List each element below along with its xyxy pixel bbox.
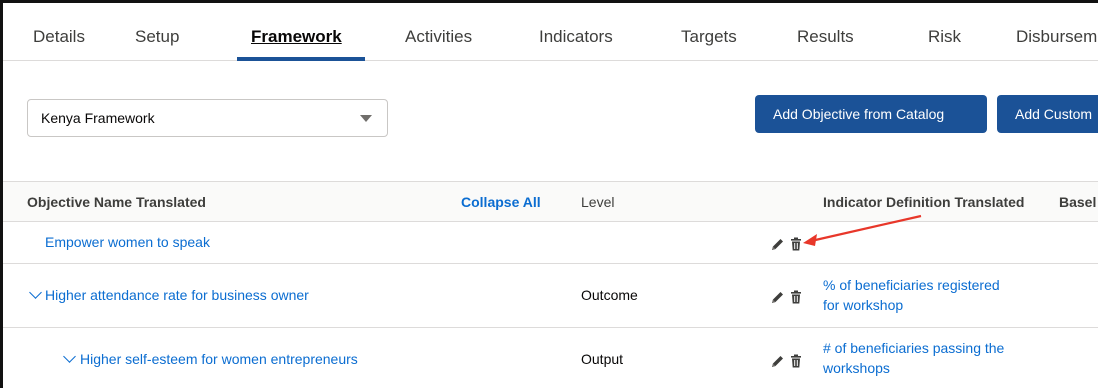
row-actions [770,289,806,305]
chevron-down-icon[interactable] [29,286,42,299]
add-custom-button[interactable]: Add Custom [997,95,1098,133]
objective-link[interactable]: Higher self-esteem for women entrepreneu… [80,351,358,367]
column-header-indicator: Indicator Definition Translated [823,194,1025,210]
chevron-down-icon[interactable] [63,350,76,363]
pencil-icon[interactable] [770,236,786,252]
trash-icon[interactable] [788,353,804,369]
indicator-line: for workshop [823,297,904,313]
framework-select-value: Kenya Framework [41,110,155,126]
caret-down-icon [360,115,372,122]
trash-icon[interactable] [788,236,804,252]
tab-targets[interactable]: Targets [681,27,737,47]
level-value: Outcome [581,287,638,303]
indicator-line: % of beneficiaries registered [823,277,1000,293]
column-header-baseline: Basel [1059,194,1097,210]
app-frame: Details Setup Framework Activities Indic… [0,0,1098,388]
tab-disbursements[interactable]: Disburseme [1016,27,1098,47]
pencil-icon[interactable] [770,289,786,305]
pencil-icon[interactable] [770,353,786,369]
indicator-line: workshops [823,360,890,376]
indicator-link[interactable]: % of beneficiaries registered for worksh… [823,275,1043,315]
objective-link[interactable]: Higher attendance rate for business owne… [45,287,309,303]
framework-select[interactable]: Kenya Framework [27,99,388,137]
table-row: Higher self-esteem for women entrepreneu… [3,328,1098,388]
collapse-all-link[interactable]: Collapse All [461,194,541,210]
add-objective-from-catalog-button[interactable]: Add Objective from Catalog [755,95,987,133]
tab-risk[interactable]: Risk [928,27,961,47]
trash-icon[interactable] [788,289,804,305]
tab-indicators[interactable]: Indicators [539,27,613,47]
column-header-objective: Objective Name Translated [27,194,206,210]
tab-details[interactable]: Details [33,27,85,47]
row-actions [770,353,806,369]
row-actions [770,236,806,252]
level-value: Output [581,351,624,367]
column-header-level: Level [581,194,615,210]
table-row: Higher attendance rate for business owne… [3,264,1098,328]
tab-activities[interactable]: Activities [405,27,472,47]
tab-bar: Details Setup Framework Activities Indic… [3,3,1098,61]
indicator-line: # of beneficiaries passing the [823,340,1005,356]
active-tab-indicator [237,57,365,61]
table-row: Empower women to speak [3,222,1098,264]
indicator-link[interactable]: # of beneficiaries passing the workshops [823,338,1043,378]
tab-setup[interactable]: Setup [135,27,179,47]
tab-results[interactable]: Results [797,27,854,47]
objective-link[interactable]: Empower women to speak [45,234,210,250]
table-header: Objective Name Translated Collapse All L… [3,181,1098,222]
tab-framework[interactable]: Framework [251,27,342,47]
